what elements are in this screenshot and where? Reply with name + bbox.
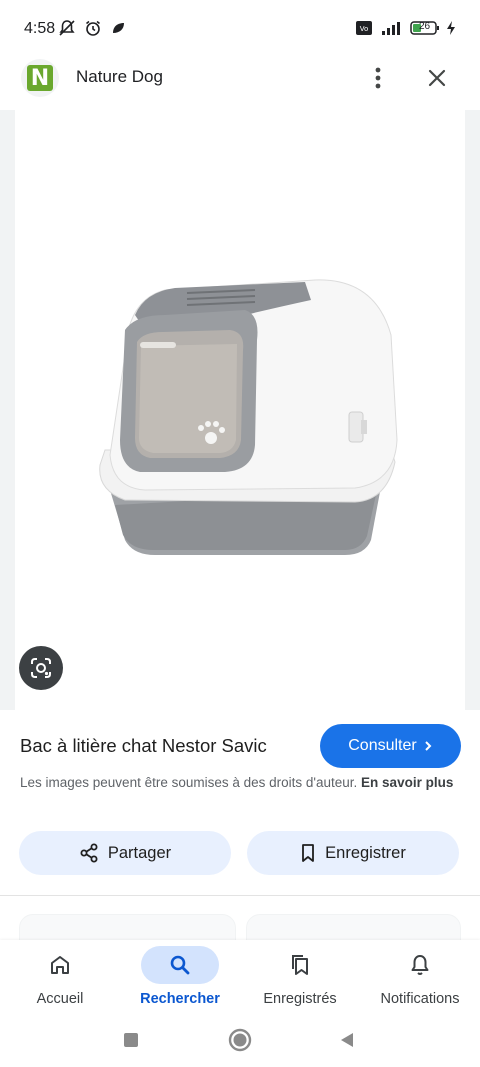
header: N Nature Dog <box>0 56 480 108</box>
product-image[interactable] <box>15 110 465 710</box>
nav-pill <box>21 946 99 984</box>
nav-item-home[interactable]: Accueil <box>0 940 120 1012</box>
copyright-notice: Les images peuvent être soumises à des d… <box>20 773 460 793</box>
muted-bell-icon <box>58 19 76 37</box>
litter-box-illustration <box>99 279 398 555</box>
nav-label: Enregistrés <box>263 991 337 1007</box>
image-side-right <box>465 110 480 710</box>
save-button[interactable]: Enregistrer <box>247 831 459 875</box>
more-vert-icon <box>375 67 381 89</box>
nav-item-notifications[interactable]: Notifications <box>360 940 480 1012</box>
system-navigation <box>0 1012 480 1067</box>
site-name[interactable]: Nature Dog <box>76 67 163 87</box>
home-icon <box>51 956 69 974</box>
signal-icon <box>378 20 404 36</box>
save-label: Enregistrer <box>325 843 406 862</box>
charging-icon <box>446 20 456 36</box>
chevron-right-icon <box>425 741 432 751</box>
visit-button[interactable]: Consulter <box>320 724 461 768</box>
collections-icon <box>292 955 308 975</box>
nav-pill <box>141 946 219 984</box>
image-side-left <box>0 110 15 710</box>
nav-pill <box>261 946 339 984</box>
share-icon <box>80 843 98 863</box>
search-icon <box>170 955 190 975</box>
nav-item-saved[interactable]: Enregistrés <box>240 940 360 1012</box>
site-logo[interactable]: N <box>21 59 59 97</box>
nav-label: Notifications <box>380 991 460 1007</box>
leaf-icon <box>110 20 126 36</box>
status-icons-left <box>58 19 126 37</box>
more-options-button[interactable] <box>364 62 392 94</box>
bottom-navigation: Accueil Rechercher Enregistrés Notificat… <box>0 940 480 1012</box>
share-label: Partager <box>107 843 172 862</box>
circle-icon <box>228 1028 252 1052</box>
product-title: Bac à litière chat Nestor Savic <box>20 735 267 756</box>
nav-label: Accueil <box>36 991 84 1007</box>
divider <box>0 895 480 896</box>
learn-more-link[interactable]: En savoir plus <box>361 775 453 790</box>
status-time: 4:58 <box>24 20 56 37</box>
triangle-back-icon <box>341 1033 353 1047</box>
nav-label: Rechercher <box>140 991 220 1007</box>
close-icon <box>428 69 446 87</box>
google-lens-button[interactable] <box>19 646 63 690</box>
square-icon <box>124 1033 138 1047</box>
home-system-button[interactable] <box>225 1025 255 1055</box>
copyright-text: Les images peuvent être soumises à des d… <box>20 775 358 790</box>
close-button[interactable] <box>421 62 453 94</box>
share-button[interactable]: Partager <box>19 831 231 875</box>
site-logo-letter: N <box>27 65 53 91</box>
status-icons-right: Vo 26 <box>356 20 456 36</box>
bookmark-icon <box>302 844 315 862</box>
lens-icon <box>31 658 51 678</box>
status-bar: 4:58 Vo 26 <box>0 0 480 58</box>
volte-icon: Vo <box>356 21 372 35</box>
battery-level: 26 <box>419 21 431 32</box>
recents-button[interactable] <box>116 1025 146 1055</box>
back-button[interactable] <box>332 1025 362 1055</box>
alarm-icon <box>84 19 102 37</box>
nav-item-search[interactable]: Rechercher <box>120 940 240 1012</box>
battery-icon: 26 <box>410 20 440 36</box>
bell-icon <box>411 955 429 975</box>
nav-pill <box>381 946 459 984</box>
svg-text:Vo: Vo <box>360 25 369 33</box>
visit-label: Consulter <box>348 737 417 754</box>
